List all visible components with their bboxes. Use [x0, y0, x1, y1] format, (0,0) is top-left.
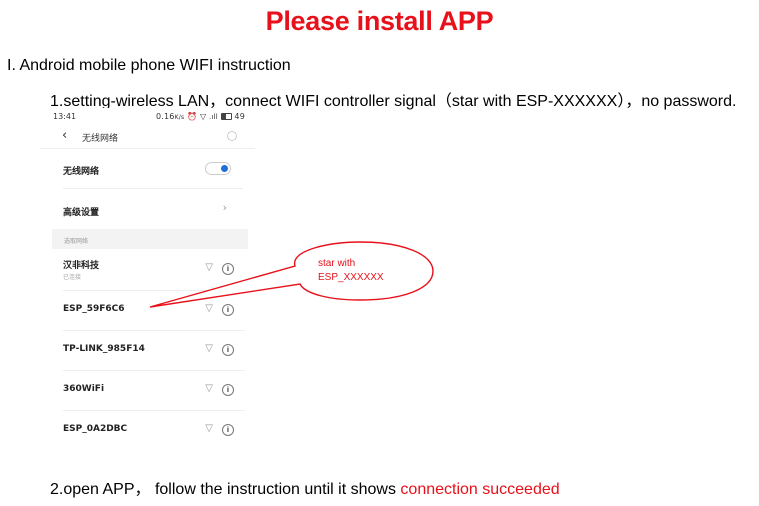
status-indicators: 0.16K/s ⏰ ▽ .ıll 49: [155, 112, 245, 121]
callout-text: star with ESP_XXXXXX: [318, 257, 384, 285]
network-item[interactable]: 360WiFi ▽ i: [63, 371, 245, 411]
status-bar: 13:41 0.16K/s ⏰ ▽ .ıll 49: [53, 112, 245, 124]
phone-screenshot: 13:41 0.16K/s ⏰ ▽ .ıll 49 ‹ 无线网络 无线网络 高级…: [40, 108, 255, 453]
network-name: ESP_0A2DBC: [63, 424, 128, 434]
nav-title: 无线网络: [82, 134, 119, 144]
section-header-label: 选取网络: [64, 238, 89, 245]
wifi-toggle-switch[interactable]: [205, 162, 231, 175]
wifi-icon: ▽: [205, 343, 213, 354]
wifi-icon: ▽: [205, 423, 213, 434]
toggle-knob: [221, 165, 228, 172]
network-item[interactable]: 汉非科技 已连接 ▽ i: [63, 251, 245, 291]
wifi-toggle-label: 无线网络: [63, 167, 100, 177]
info-icon[interactable]: i: [222, 304, 234, 316]
network-status: 已连接: [63, 274, 82, 281]
nav-bar: ‹ 无线网络: [40, 126, 255, 149]
wifi-locked-icon: ▽: [205, 383, 213, 394]
network-name: ESP_59F6C6: [63, 304, 125, 314]
callout-line-2: ESP_XXXXXX: [318, 272, 384, 283]
wifi-locked-icon: ▽: [205, 262, 213, 273]
network-item[interactable]: TP-LINK_985F14 ▽ i: [63, 331, 245, 371]
section-header: 选取网络: [52, 229, 248, 249]
callout-line-1: star with: [318, 258, 356, 269]
info-icon[interactable]: i: [222, 384, 234, 396]
advanced-settings-row[interactable]: 高级设置 ›: [63, 196, 243, 226]
step-2-highlight: connection succeeded: [400, 481, 560, 498]
chevron-right-icon: ›: [222, 201, 227, 214]
network-name: 360WiFi: [63, 384, 105, 394]
network-item[interactable]: ESP_59F6C6 ▽ i: [63, 291, 245, 331]
loading-spinner-icon: [227, 131, 237, 141]
network-name: 汉非科技: [63, 261, 100, 271]
wifi-icon: ▽: [205, 303, 213, 314]
advanced-settings-label: 高级设置: [63, 208, 100, 218]
section-heading: I. Android mobile phone WIFI instruction: [7, 57, 291, 74]
back-icon[interactable]: ‹: [62, 128, 67, 143]
wifi-toggle-row[interactable]: 无线网络: [63, 152, 243, 189]
info-icon[interactable]: i: [222, 424, 234, 436]
info-icon[interactable]: i: [222, 344, 234, 356]
info-icon[interactable]: i: [222, 263, 234, 275]
network-item[interactable]: ESP_0A2DBC ▽ i: [63, 411, 243, 451]
page-title: Please install APP: [265, 6, 494, 36]
network-name: TP-LINK_985F14: [63, 344, 145, 354]
step-2-text: 2.open APP， follow the instruction until…: [50, 481, 401, 498]
step-2-instruction: 2.open APP， follow the instruction until…: [50, 475, 560, 499]
battery-icon: [220, 113, 232, 120]
status-time: 13:41: [53, 112, 77, 121]
